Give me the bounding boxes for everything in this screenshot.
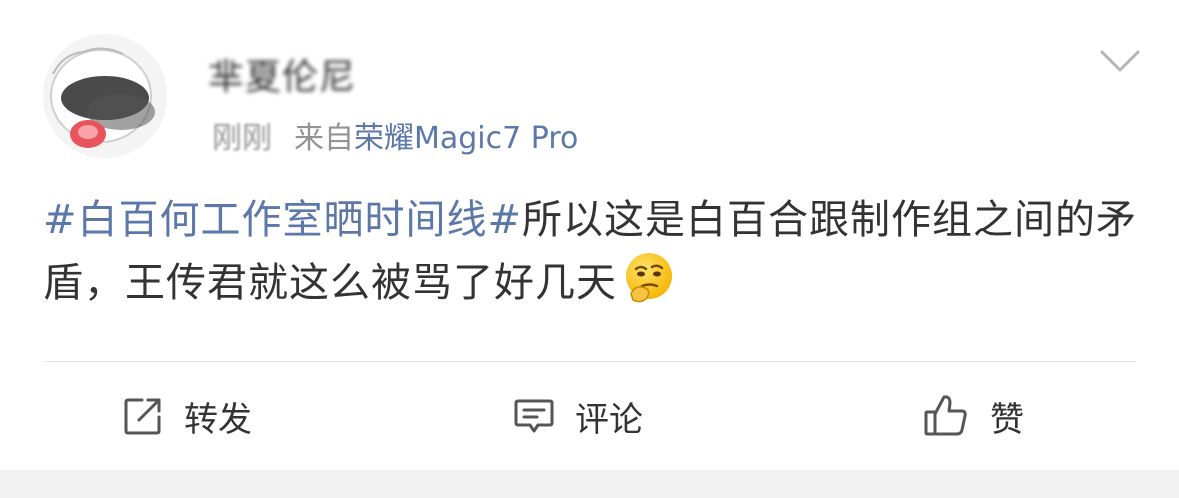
post-content: #白百何工作室晒时间线#所以这是白百合跟制作组之间的矛盾，王传君就这么被骂了好几… (43, 190, 1143, 313)
repost-button[interactable]: 转发 (122, 388, 252, 444)
comment-label: 评论 (575, 399, 643, 440)
post-meta: 刚刚 来自荣耀Magic7 Pro (212, 113, 578, 157)
like-button[interactable]: 赞 (922, 388, 1024, 444)
repost-label: 转发 (184, 399, 252, 440)
comment-icon (514, 399, 554, 433)
share-icon (124, 398, 161, 435)
feed-separator (0, 470, 1179, 498)
thinking-face-emoji-icon (621, 250, 677, 306)
action-bar: 转发 评论 赞 (0, 362, 1179, 470)
comment-button[interactable]: 评论 (513, 388, 643, 444)
avatar-image (43, 34, 167, 158)
username[interactable]: 芈夏伦尼 (208, 48, 356, 100)
thumbs-up-icon (924, 395, 967, 436)
chevron-down-icon[interactable] (1098, 46, 1142, 76)
weibo-post-card: 芈夏伦尼 刚刚 来自荣耀Magic7 Pro #白百何工作室晒时间线#所以这是白百… (0, 0, 1179, 470)
avatar[interactable] (43, 34, 167, 158)
post-time: 刚刚 (212, 121, 272, 156)
source-device[interactable]: 荣耀Magic7 Pro (354, 121, 578, 156)
like-label: 赞 (990, 399, 1024, 440)
source-prefix: 来自 (294, 121, 354, 156)
topic-link[interactable]: #白百何工作室晒时间线# (43, 197, 522, 243)
